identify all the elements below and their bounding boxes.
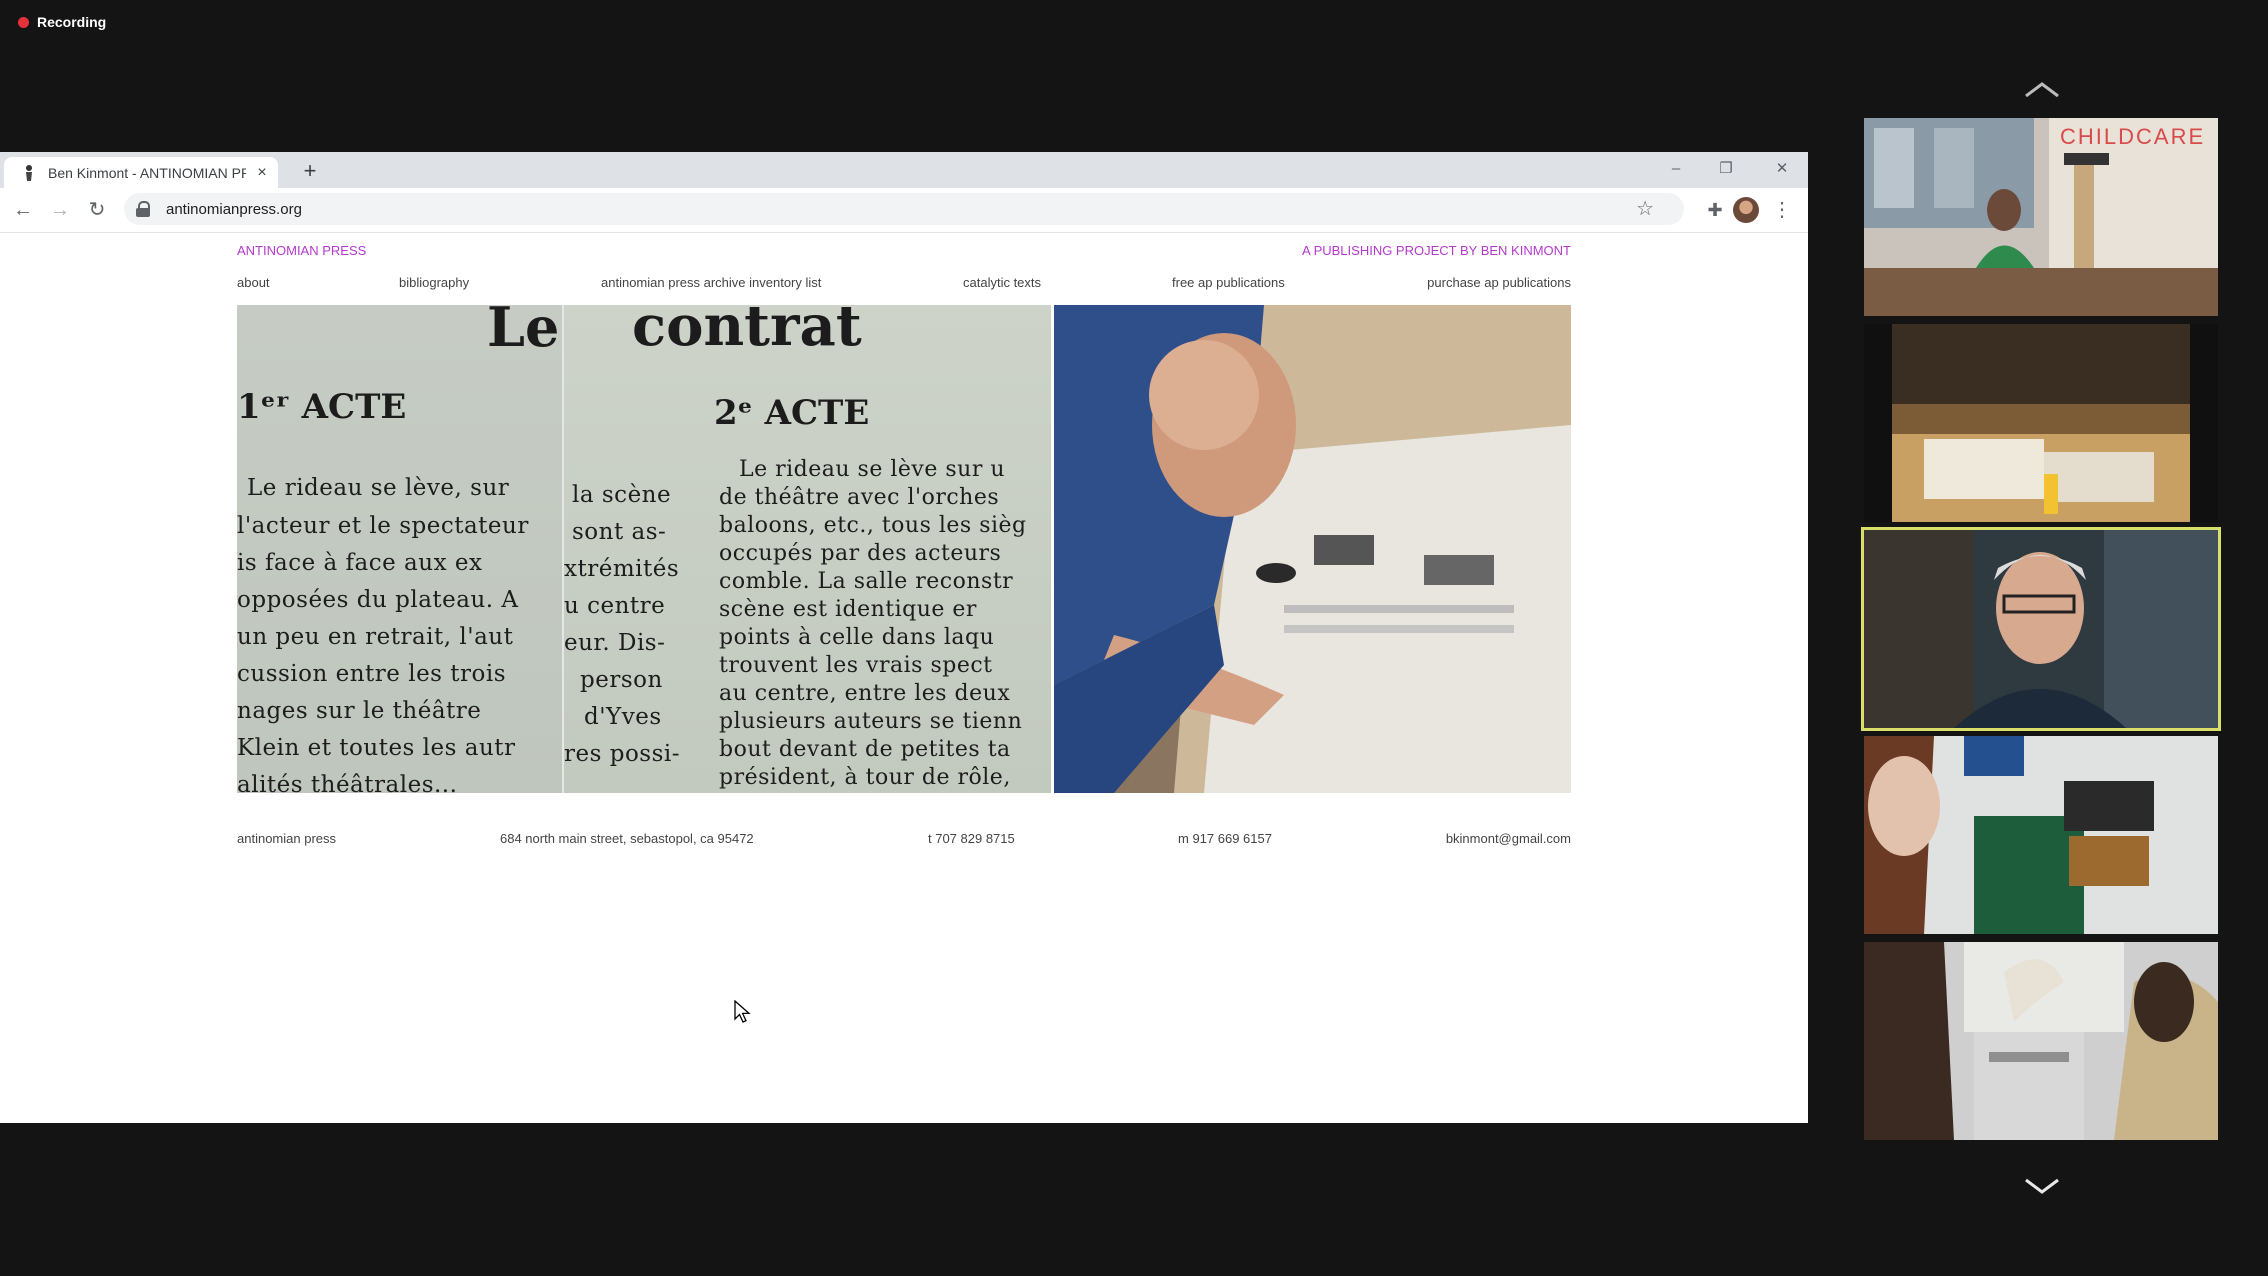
forward-arrow-icon[interactable]: → xyxy=(45,195,75,225)
address-url: antinomianpress.org xyxy=(166,200,302,218)
scan-line: opposées du plateau. A xyxy=(237,587,519,613)
recording-indicator: Recording xyxy=(18,14,106,30)
scan-panel-act-2: contrat 2ᵉ ACTE la scène sont as- xtrémi… xyxy=(564,305,1051,793)
childcare-sign: CHILDCARE xyxy=(2060,124,2206,149)
back-arrow-icon[interactable]: ← xyxy=(8,195,38,225)
reload-icon[interactable]: ↻ xyxy=(82,195,112,225)
nav-free-publications[interactable]: free ap publications xyxy=(1172,275,1285,290)
scan-line: de théâtre avec l'orches xyxy=(719,485,1000,510)
scan-line: d'Yves xyxy=(584,704,662,730)
scan-line: un peu en retrait, l'aut xyxy=(237,624,514,650)
minimize-button[interactable]: – xyxy=(1656,154,1696,184)
scan-line: is face à face aux ex xyxy=(237,550,483,576)
scan-line: président, à tour de rôle, xyxy=(719,765,1011,790)
browser-toolbar: ← → ↻ antinomianpress.org ☆ ✚ ⋮ xyxy=(0,188,1808,233)
browser-menu-icon[interactable]: ⋮ xyxy=(1770,195,1794,225)
scan-line: res possi- xyxy=(564,741,681,767)
scan-line: bout devant de petites ta xyxy=(719,737,1011,762)
bookmark-star-icon[interactable]: ☆ xyxy=(1636,196,1654,221)
scan-act-2: 2ᵉ ACTE xyxy=(714,393,870,433)
scan-line: person xyxy=(580,667,663,693)
scan-line: trouvent les vrais spect xyxy=(719,653,993,678)
nav-catalytic-texts[interactable]: catalytic texts xyxy=(963,275,1041,290)
scan-line: plusieurs auteurs se tienn xyxy=(719,709,1023,734)
site-subtitle-link[interactable]: A PUBLISHING PROJECT BY BEN KINMONT xyxy=(1302,243,1571,258)
recording-label: Recording xyxy=(37,14,107,30)
footer-mobile: m 917 669 6157 xyxy=(1178,831,1272,846)
scan-heading-word: contrat xyxy=(632,305,862,359)
nav-bibliography[interactable]: bibliography xyxy=(399,275,469,290)
hero-image: Le 1ᵉʳ ACTE Le rideau se lève, sur l'act… xyxy=(237,305,1571,793)
scan-line: scène est identique er xyxy=(719,597,977,622)
scan-panel-act-1: Le 1ᵉʳ ACTE Le rideau se lève, sur l'act… xyxy=(237,305,562,793)
scan-line: sont as- xyxy=(572,519,667,545)
close-window-button[interactable]: ✕ xyxy=(1762,154,1802,184)
scan-line: Le rideau se lève, sur xyxy=(247,475,510,501)
site-title-link[interactable]: ANTINOMIAN PRESS xyxy=(237,243,366,258)
scan-line: baloons, etc., tous les sièg xyxy=(719,513,1027,538)
scan-line: l'acteur et le spectateur xyxy=(237,513,529,539)
scan-act-1: 1ᵉʳ ACTE xyxy=(237,387,407,427)
footer-phone: t 707 829 8715 xyxy=(928,831,1015,846)
footer-address: 684 north main street, sebastopol, ca 95… xyxy=(500,831,754,846)
scan-line: comble. La salle reconstr xyxy=(719,569,1014,594)
lock-icon xyxy=(136,201,150,217)
scan-line: Klein et toutes les autr xyxy=(237,735,516,761)
scan-line: points à celle dans laqu xyxy=(719,625,995,650)
restore-button[interactable]: ❐ xyxy=(1706,154,1746,184)
tab-close-icon[interactable]: × xyxy=(254,164,270,182)
site-favicon-icon xyxy=(22,164,36,182)
scan-line: nages sur le théâtre xyxy=(237,698,482,724)
scan-line: u centre xyxy=(564,593,666,619)
nav-about[interactable]: about xyxy=(237,275,270,290)
tab-bar: Ben Kinmont - ANTINOMIAN PRESS × + – ❐ ✕ xyxy=(0,152,1808,188)
participant-office[interactable] xyxy=(1864,942,2218,1140)
participant-speaker[interactable] xyxy=(1861,527,2221,731)
scan-line: cussion entre les trois xyxy=(237,661,507,687)
participant-childcare[interactable]: CHILDCARE xyxy=(1864,118,2218,316)
profile-avatar[interactable] xyxy=(1733,197,1759,223)
footer-name: antinomian press xyxy=(237,831,336,846)
scan-line: au centre, entre les deux xyxy=(719,681,1011,706)
mouse-cursor-icon xyxy=(734,1000,751,1023)
tab-title: Ben Kinmont - ANTINOMIAN PRESS xyxy=(48,164,246,181)
scan-heading-fragment: Le xyxy=(487,305,560,359)
scan-line: occupés par des acteurs xyxy=(719,541,1002,566)
new-tab-button[interactable]: + xyxy=(296,157,324,185)
browser-tab[interactable]: Ben Kinmont - ANTINOMIAN PRESS × xyxy=(4,157,278,188)
participant-desk[interactable] xyxy=(1864,324,2218,522)
scan-line: alités théâtrales... xyxy=(237,772,458,793)
nav-archive-inventory[interactable]: antinomian press archive inventory list xyxy=(601,275,821,290)
scan-line: eur. Dis- xyxy=(564,630,666,656)
scan-line: Le rideau se lève sur u xyxy=(739,457,1005,482)
recording-dot-icon xyxy=(18,16,29,28)
chevron-up-icon[interactable] xyxy=(2022,78,2062,102)
web-page: ANTINOMIAN PRESS A PUBLISHING PROJECT BY… xyxy=(0,233,1808,1123)
participant-printer-room[interactable] xyxy=(1864,736,2218,934)
scan-line: la scène xyxy=(572,482,672,508)
extensions-puzzle-icon[interactable]: ✚ xyxy=(1700,195,1730,225)
address-bar[interactable]: antinomianpress.org ☆ xyxy=(124,193,1684,225)
nav-purchase-publications[interactable]: purchase ap publications xyxy=(1427,275,1571,290)
chevron-down-icon[interactable] xyxy=(2022,1174,2062,1198)
photo-man-reading-prints xyxy=(1054,305,1571,793)
browser-window: Ben Kinmont - ANTINOMIAN PRESS × + – ❐ ✕… xyxy=(0,152,1808,1123)
scan-line: xtrémités xyxy=(564,556,680,582)
footer-email-link[interactable]: bkinmont@gmail.com xyxy=(1446,831,1571,846)
